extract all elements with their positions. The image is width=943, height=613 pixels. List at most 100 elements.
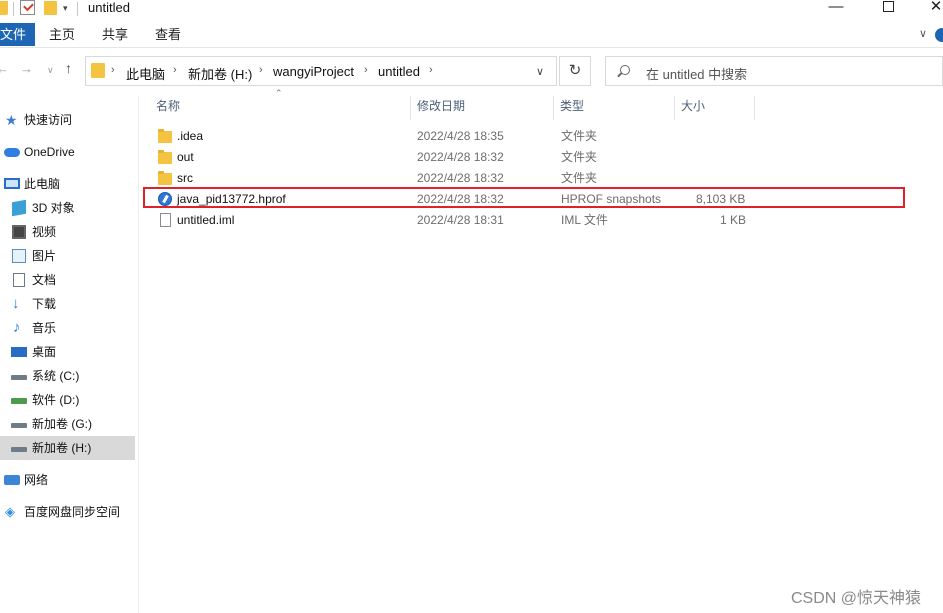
ribbon-tabs: 文件 主页 共享 查看 ∨ xyxy=(0,22,943,48)
sidebar-item-3d-objects[interactable]: 3D 对象 xyxy=(0,196,135,220)
navigation-bar: ← → ∨ ↑ › 此电脑 › 新加卷 (H:) › wangyiProject… xyxy=(0,53,943,89)
sidebar-item-this-pc[interactable]: 此电脑 xyxy=(0,172,135,196)
picture-icon xyxy=(12,249,26,263)
desktop-icon xyxy=(11,347,27,357)
sidebar-item-label: OneDrive xyxy=(24,145,75,159)
file-size: 1 KB xyxy=(720,213,747,227)
sidebar-item-drive-d[interactable]: 软件 (D:) xyxy=(0,388,135,412)
minimize-button[interactable]: — xyxy=(826,0,846,17)
file-name: out xyxy=(177,150,194,164)
folder-icon xyxy=(158,150,172,164)
cube-icon xyxy=(12,199,26,217)
navigation-pane: ★ 快速访问 OneDrive 此电脑 3D 对象 视频 图片 文档 ↓ 下载 … xyxy=(0,96,136,613)
network-icon xyxy=(4,475,20,485)
divider xyxy=(77,2,78,16)
tab-file[interactable]: 文件 xyxy=(0,23,35,46)
sidebar-item-label: 快速访问 xyxy=(24,113,73,127)
file-row[interactable]: out 2022/4/28 18:32 文件夹 xyxy=(143,147,903,168)
sidebar-item-desktop[interactable]: 桌面 xyxy=(0,340,135,364)
highlight-annotation-box xyxy=(143,187,905,208)
sidebar-item-downloads[interactable]: ↓ 下载 xyxy=(0,292,135,316)
chevron-right-icon[interactable]: › xyxy=(364,64,368,76)
quick-access-toolbar-dropdown-icon[interactable]: ▾ xyxy=(63,3,68,14)
divider xyxy=(13,2,14,16)
sidebar-item-pictures[interactable]: 图片 xyxy=(0,244,135,268)
download-icon: ↓ xyxy=(12,295,20,312)
help-icon[interactable] xyxy=(935,28,943,42)
maximize-button[interactable] xyxy=(878,0,898,17)
sidebar-item-drive-g[interactable]: 新加卷 (G:) xyxy=(0,412,135,436)
recent-locations-chevron-icon[interactable]: ∨ xyxy=(47,65,54,76)
baidu-icon: ◈ xyxy=(5,504,15,519)
file-date: 2022/4/28 18:31 xyxy=(417,213,504,227)
breadcrumb-this-pc[interactable]: 此电脑 xyxy=(126,64,165,83)
search-placeholder[interactable]: 在 untitled 中搜索 xyxy=(646,64,747,83)
watermark: CSDN @惊天神猿 xyxy=(791,590,922,607)
expand-ribbon-icon[interactable]: ∨ xyxy=(919,27,927,40)
address-history-dropdown-icon[interactable]: ∨ xyxy=(536,65,544,78)
file-row[interactable]: untitled.iml 2022/4/28 18:31 IML 文件 1 KB xyxy=(143,210,903,231)
file-name: src xyxy=(177,171,193,185)
column-header-date[interactable]: 修改日期 xyxy=(417,96,465,118)
back-arrow-icon[interactable]: ← xyxy=(0,61,9,76)
breadcrumb-untitled[interactable]: untitled xyxy=(378,64,420,79)
chevron-right-icon[interactable]: › xyxy=(111,64,115,76)
sidebar-item-baidu-sync[interactable]: ◈ 百度网盘同步空间 xyxy=(0,500,135,524)
breadcrumb-wangyiproject[interactable]: wangyiProject xyxy=(273,64,354,79)
column-divider[interactable] xyxy=(674,96,675,120)
chevron-right-icon[interactable]: › xyxy=(259,64,263,76)
sidebar-item-network[interactable]: 网络 xyxy=(0,468,135,492)
column-header-size[interactable]: 大小 xyxy=(681,96,705,118)
column-divider[interactable] xyxy=(754,96,755,120)
chevron-right-icon[interactable]: › xyxy=(173,64,177,76)
tab-share[interactable]: 共享 xyxy=(102,23,128,46)
maximize-icon xyxy=(882,1,894,12)
sidebar-item-label: 网络 xyxy=(24,473,49,487)
tab-home[interactable]: 主页 xyxy=(49,23,75,46)
breadcrumb-drive-h[interactable]: 新加卷 (H:) xyxy=(188,64,252,83)
sidebar-item-label: 3D 对象 xyxy=(32,201,75,215)
title-bar: ▾ untitled — ✕ xyxy=(0,0,943,20)
drive-icon xyxy=(11,375,27,380)
drive-icon xyxy=(11,447,27,452)
sidebar-item-label: 软件 (D:) xyxy=(32,393,80,407)
forward-arrow-icon[interactable]: → xyxy=(20,61,33,76)
file-type: 文件夹 xyxy=(561,129,598,143)
up-arrow-icon[interactable]: ↑ xyxy=(65,60,72,76)
chevron-right-icon[interactable]: › xyxy=(429,64,433,76)
file-row[interactable]: .idea 2022/4/28 18:35 文件夹 xyxy=(143,126,903,147)
close-button[interactable]: ✕ xyxy=(926,0,943,17)
pane-divider[interactable] xyxy=(138,96,139,613)
column-divider[interactable] xyxy=(553,96,554,120)
address-bar[interactable]: › 此电脑 › 新加卷 (H:) › wangyiProject › untit… xyxy=(85,56,557,86)
star-icon: ★ xyxy=(5,112,18,128)
folder-icon xyxy=(158,129,172,143)
column-header-type[interactable]: 类型 xyxy=(560,96,584,118)
column-header-name[interactable]: 名称 xyxy=(156,96,180,118)
drive-icon xyxy=(11,398,27,404)
search-icon xyxy=(620,65,630,75)
search-box[interactable]: 在 untitled 中搜索 xyxy=(605,56,943,86)
sidebar-item-drive-h[interactable]: 新加卷 (H:) xyxy=(0,436,135,460)
file-name: untitled.iml xyxy=(177,213,235,227)
video-icon xyxy=(12,225,26,239)
sidebar-item-label: 图片 xyxy=(32,249,57,263)
tab-view[interactable]: 查看 xyxy=(155,23,181,46)
column-divider[interactable] xyxy=(410,96,411,120)
sort-ascending-icon: ⌃ xyxy=(275,88,283,98)
properties-checkbox-icon[interactable] xyxy=(20,0,35,15)
file-name: .idea xyxy=(177,129,204,143)
sidebar-item-drive-c[interactable]: 系统 (C:) xyxy=(0,364,135,388)
new-folder-icon[interactable] xyxy=(44,1,57,15)
sidebar-item-label: 新加卷 (H:) xyxy=(32,441,92,455)
sidebar-item-documents[interactable]: 文档 xyxy=(0,268,135,292)
sidebar-item-onedrive[interactable]: OneDrive xyxy=(0,140,135,164)
sidebar-item-label: 百度网盘同步空间 xyxy=(24,505,121,519)
file-type: 文件夹 xyxy=(561,150,598,164)
file-row[interactable]: src 2022/4/28 18:32 文件夹 xyxy=(143,168,903,189)
sidebar-item-quick-access[interactable]: ★ 快速访问 xyxy=(0,108,135,132)
sidebar-item-music[interactable]: ♪ 音乐 xyxy=(0,316,135,340)
refresh-button[interactable]: ↻ xyxy=(559,56,591,86)
file-icon xyxy=(160,213,171,227)
sidebar-item-videos[interactable]: 视频 xyxy=(0,220,135,244)
